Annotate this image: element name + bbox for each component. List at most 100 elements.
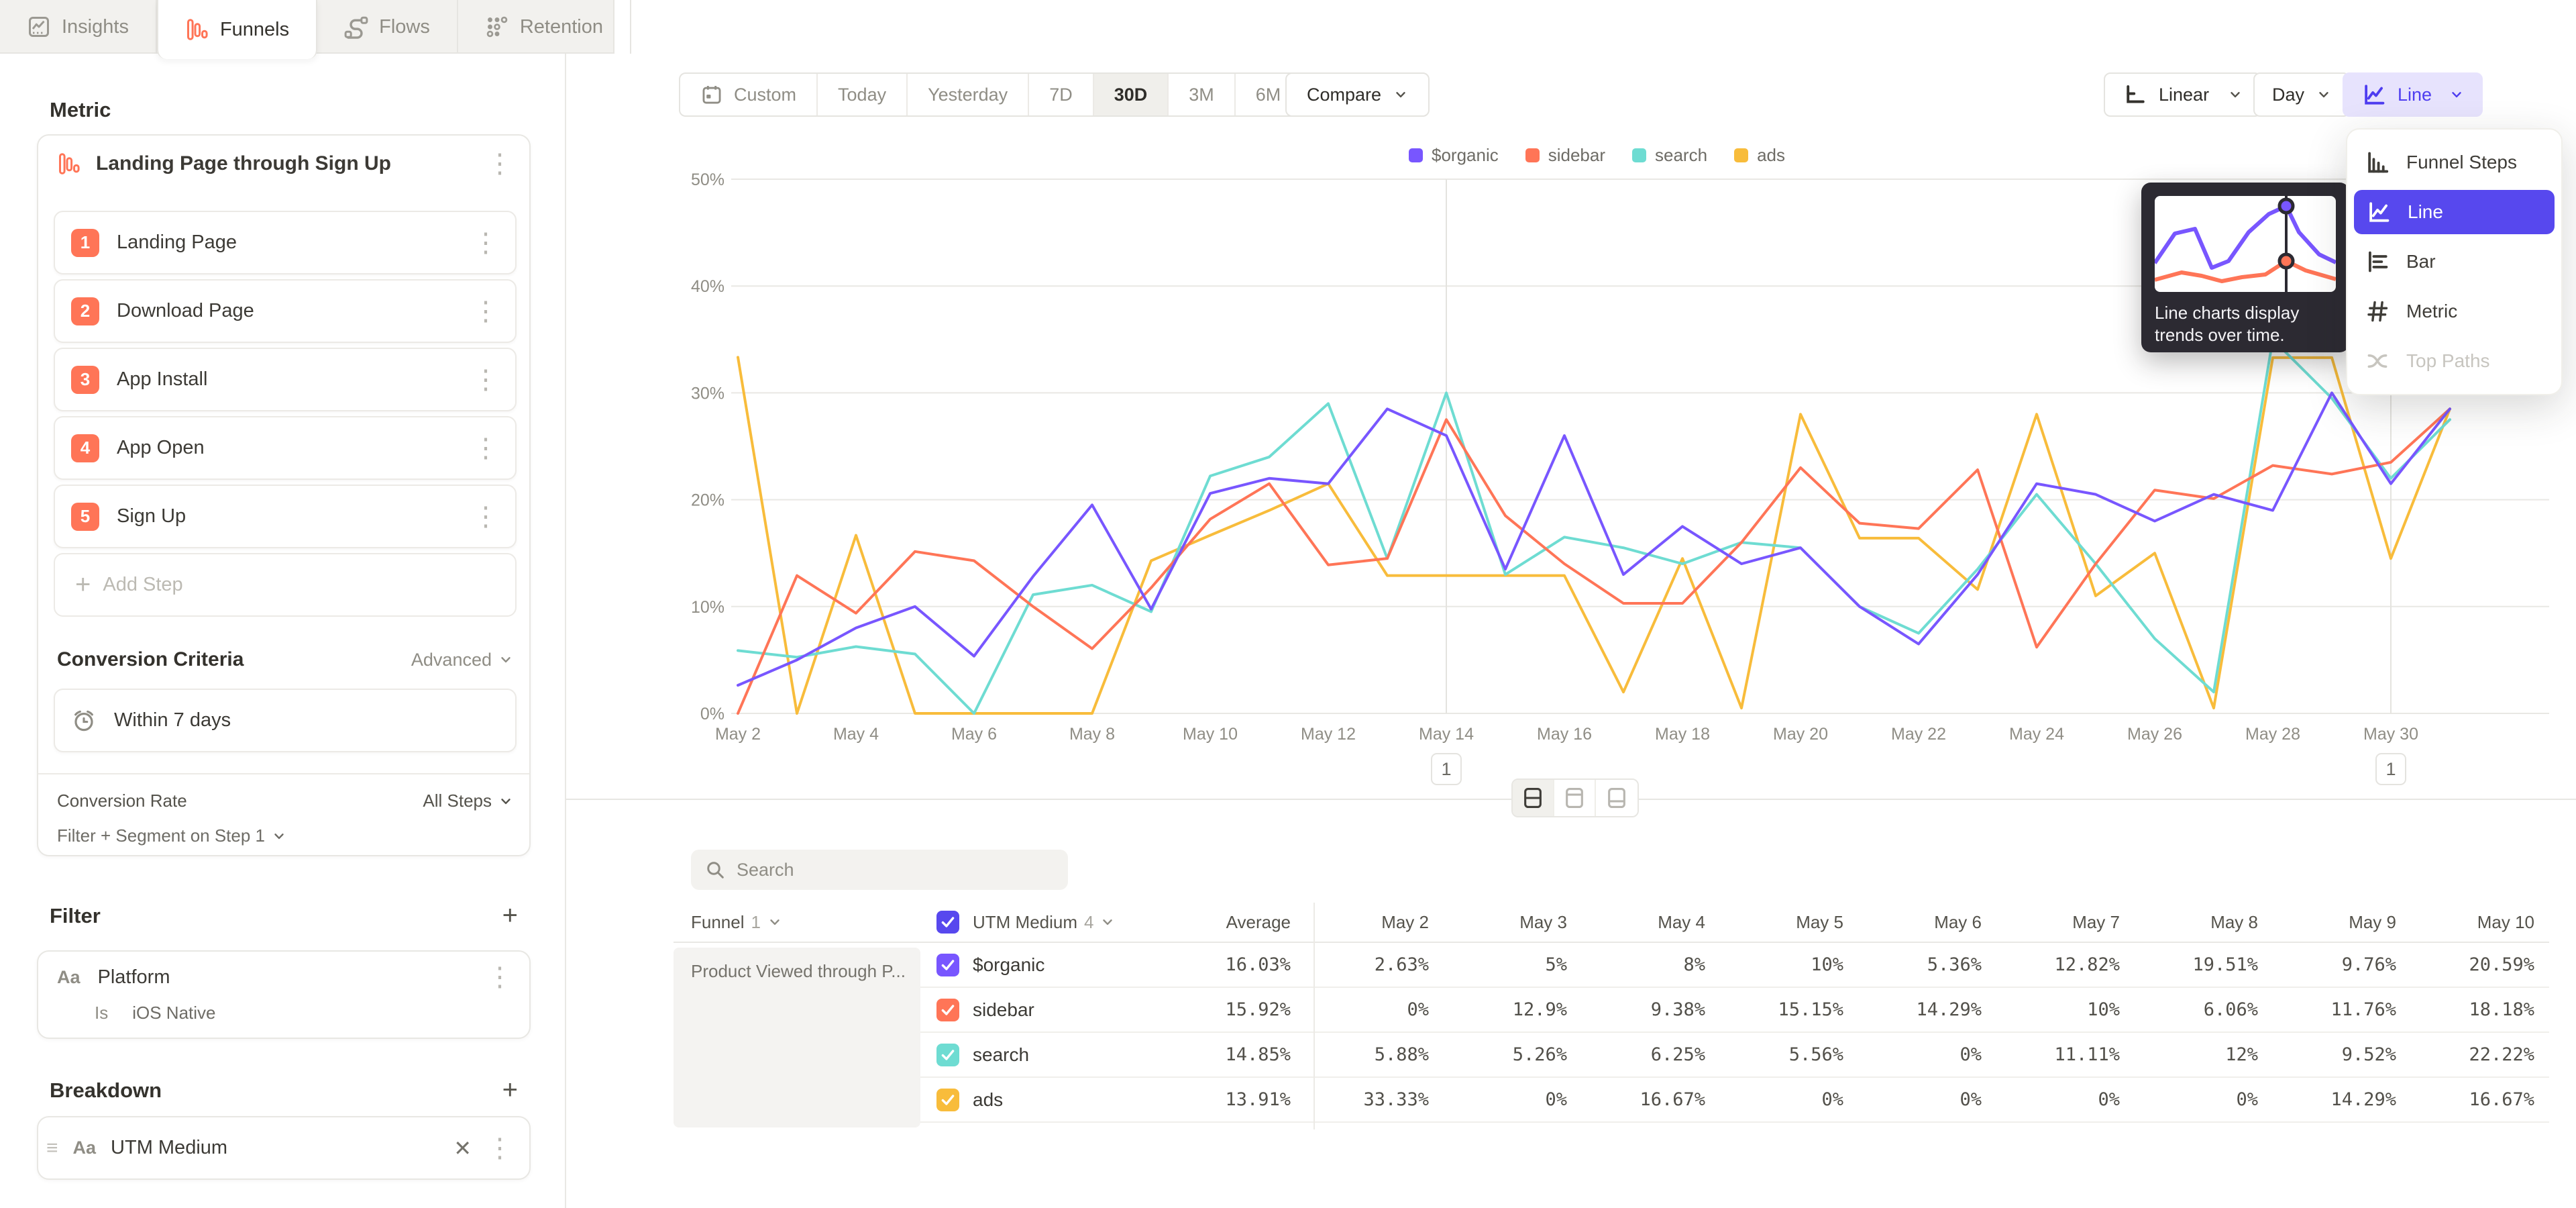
select-all-checkbox[interactable] (936, 911, 959, 934)
breakdown-card[interactable]: ≡ Aa UTM Medium ✕ ⋮ (37, 1116, 531, 1180)
filter-kebab-menu[interactable]: ⋮ (486, 964, 513, 991)
legend-item-ads[interactable]: ads (1734, 145, 1785, 166)
column-header-may-5[interactable]: May 5 (1705, 912, 1843, 933)
funnel-kebab-menu[interactable]: ⋮ (486, 150, 513, 177)
calendar-icon (700, 83, 723, 106)
add-breakdown-button[interactable]: + (502, 1075, 518, 1105)
day-value: 9.76% (2258, 954, 2396, 975)
svg-text:0%: 0% (700, 705, 724, 723)
property-type-icon: Aa (73, 1138, 97, 1158)
breakdown-heading: Breakdown (50, 1078, 162, 1103)
menu-item-metric[interactable]: Metric (2347, 287, 2561, 336)
add-filter-button[interactable]: + (502, 901, 518, 931)
step-label: Download Page (117, 300, 254, 322)
day-value: 14.29% (1843, 999, 1982, 1020)
compare-button[interactable]: Compare (1285, 72, 1430, 117)
column-header-may-7[interactable]: May 7 (1982, 912, 2120, 933)
column-header-may-3[interactable]: May 3 (1429, 912, 1567, 933)
tab-label: Retention (520, 16, 603, 38)
tab-funnels[interactable]: Funnels (157, 0, 317, 59)
filter-segment-dropdown[interactable]: Filter + Segment on Step 1 (57, 825, 286, 846)
column-header-may-2[interactable]: May 2 (1291, 912, 1429, 933)
remove-breakdown-icon[interactable]: ✕ (453, 1136, 472, 1161)
tooltip-text: Line charts display trends over time. (2155, 302, 2340, 346)
conversion-rate-label: Conversion Rate (57, 791, 187, 811)
column-header-may-8[interactable]: May 8 (2120, 912, 2258, 933)
interval-button[interactable]: Day (2253, 72, 2350, 117)
range-today[interactable]: Today (818, 74, 908, 115)
breakdown-column-dropdown[interactable]: UTM Medium 4 (920, 911, 1148, 934)
tab-label: Funnels (220, 19, 289, 41)
funnel-group-cell: Product Viewed through P... (674, 948, 920, 1127)
tab-insights[interactable]: Insights (0, 0, 157, 54)
funnel-column-dropdown[interactable]: Funnel1 (691, 912, 782, 933)
range-yesterday[interactable]: Yesterday (908, 74, 1029, 115)
advanced-dropdown[interactable]: Advanced (411, 650, 513, 670)
step-kebab-menu[interactable]: ⋮ (472, 298, 499, 325)
range-7d[interactable]: 7D (1029, 74, 1094, 115)
funnel-step-landing-page[interactable]: 1 Landing Page ⋮ (54, 211, 517, 274)
series-checkbox[interactable] (936, 954, 959, 976)
scale-button[interactable]: Linear (2104, 72, 2261, 117)
step-number-badge: 4 (71, 434, 99, 462)
filter-operator[interactable]: Is (95, 1003, 108, 1023)
tab-flows[interactable]: Flows (317, 0, 458, 54)
day-value: 19.51% (2120, 954, 2258, 975)
menu-item-funnel-steps[interactable]: Funnel Steps (2347, 138, 2561, 187)
day-value: 22.22% (2396, 1044, 2534, 1065)
day-value: 9.52% (2258, 1044, 2396, 1065)
compare-label: Compare (1307, 85, 1381, 105)
menu-item-line[interactable]: Line (2354, 190, 2555, 234)
step-kebab-menu[interactable]: ⋮ (472, 366, 499, 393)
add-step-button[interactable]: + Add Step (54, 553, 517, 617)
column-header-may-10[interactable]: May 10 (2396, 912, 2534, 933)
column-header-may-6[interactable]: May 6 (1843, 912, 1982, 933)
layout-split-rows-button[interactable] (1513, 780, 1554, 816)
conversion-window-label: Within 7 days (114, 709, 231, 732)
svg-text:May 30: May 30 (2363, 725, 2418, 744)
range-custom[interactable]: Custom (680, 74, 818, 115)
step-kebab-menu[interactable]: ⋮ (472, 503, 499, 530)
legend-item-search[interactable]: search (1632, 145, 1707, 166)
funnel-step-app-open[interactable]: 4 App Open ⋮ (54, 416, 517, 480)
series-checkbox[interactable] (936, 999, 959, 1021)
legend-label: ads (1757, 145, 1785, 166)
column-header-may-4[interactable]: May 4 (1567, 912, 1705, 933)
column-header-may-9[interactable]: May 9 (2258, 912, 2396, 933)
menu-item-label: Top Paths (2406, 350, 2490, 372)
annotation-badge-may-30[interactable]: 1 (2375, 753, 2406, 785)
conversion-rate-dropdown[interactable]: All Steps (423, 791, 513, 811)
step-kebab-menu[interactable]: ⋮ (472, 230, 499, 256)
range-3m[interactable]: 3M (1169, 74, 1236, 115)
series-checkbox[interactable] (936, 1044, 959, 1066)
svg-text:40%: 40% (691, 277, 724, 296)
range-30d[interactable]: 30D (1094, 74, 1169, 115)
series-checkbox[interactable] (936, 1089, 959, 1111)
breakdown-kebab-menu[interactable]: ⋮ (486, 1135, 513, 1162)
legend-item-sidebar[interactable]: sidebar (1525, 145, 1605, 166)
funnel-step-sign-up[interactable]: 5 Sign Up ⋮ (54, 485, 517, 548)
search-input[interactable] (737, 860, 1055, 880)
legend-swatch (1734, 148, 1748, 162)
table-search[interactable] (691, 850, 1068, 890)
chart-type-button[interactable]: Line (2343, 72, 2483, 117)
menu-item-bar[interactable]: Bar (2347, 237, 2561, 287)
layout-chart-focus-button[interactable] (1554, 780, 1596, 816)
layout-table-focus-button[interactable] (1596, 780, 1638, 816)
scale-label: Linear (2159, 85, 2209, 105)
filter-card[interactable]: Aa Platform ⋮ Is iOS Native (37, 950, 531, 1039)
drag-handle-icon[interactable]: ≡ (46, 1137, 58, 1160)
legend-item-organic[interactable]: $organic (1409, 145, 1499, 166)
tab-label: Flows (379, 16, 430, 38)
conversion-window-button[interactable]: Within 7 days (54, 689, 517, 752)
date-range-selector: CustomTodayYesterday7D30D3M6M12M (679, 72, 1379, 117)
column-header-average[interactable]: Average (1148, 912, 1291, 933)
average-value: 16.03% (1148, 954, 1291, 975)
funnel-step-download-page[interactable]: 2 Download Page ⋮ (54, 279, 517, 343)
filter-value[interactable]: iOS Native (132, 1003, 215, 1023)
step-kebab-menu[interactable]: ⋮ (472, 435, 499, 462)
tab-retention[interactable]: Retention (458, 0, 631, 54)
annotation-badge-may-14[interactable]: 1 (1431, 753, 1462, 785)
series-name: ads (973, 1089, 1003, 1111)
funnel-step-app-install[interactable]: 3 App Install ⋮ (54, 348, 517, 411)
